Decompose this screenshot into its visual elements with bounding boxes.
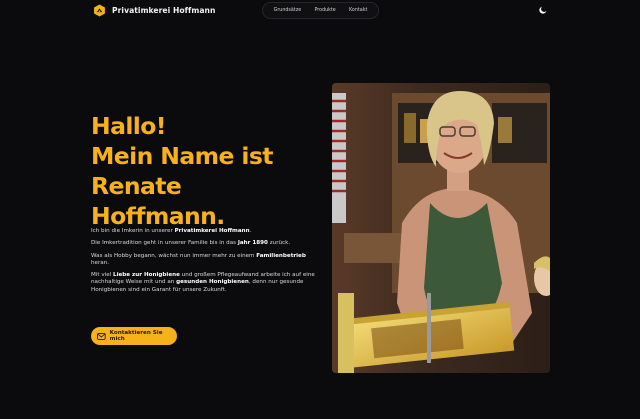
nav-item-kontakt[interactable]: Kontakt: [349, 8, 367, 13]
text-span: Was als Hobby begann, wächst nun immer m…: [91, 252, 257, 259]
mail-icon: [97, 332, 106, 340]
text-span: .: [249, 228, 252, 234]
text-span: Ich bin die Imkerin in unserer: [91, 228, 175, 234]
text-span: Die Imkertradition geht in unserer Famil…: [91, 240, 238, 247]
hero-headline: Hallo! Mein Name ist Renate Hoffmann.: [91, 111, 321, 231]
bold-text: Jahr 1890: [237, 240, 268, 247]
headline-line: Renate: [91, 172, 182, 200]
intro-paragraph: Was als Hobby begann, wächst nun immer m…: [91, 253, 321, 268]
text-span: heran.: [91, 259, 110, 266]
bold-text: Familienbetrieb: [256, 252, 306, 259]
beekeeper-photo: [332, 83, 550, 373]
main-nav: Grundsätze Produkte Kontakt: [262, 2, 379, 19]
bold-text: gesunden Honigbienen: [176, 279, 249, 286]
nav-item-grundsaetze[interactable]: Grundsätze: [274, 8, 302, 13]
contact-button[interactable]: Kontaktieren Sie mich: [91, 327, 177, 345]
brand-logo[interactable]: Privatimkerei Hoffmann: [93, 4, 215, 17]
text-span: zurück.: [267, 240, 291, 247]
headline-line: Hoffmann.: [91, 202, 225, 230]
intro-paragraph: Mit viel Liebe zur Honigbiene und großem…: [91, 272, 321, 294]
intro-paragraph: Ich bin die Imkerin in unserer Privatimk…: [91, 228, 321, 235]
headline-line: Hallo!: [91, 112, 167, 140]
bold-text: Liebe zur Honigbiene: [113, 272, 180, 279]
text-span: Mit viel: [91, 272, 113, 279]
beekeeper-illustration: [332, 83, 550, 373]
moon-icon[interactable]: [538, 5, 548, 15]
brand-name: Privatimkerei Hoffmann: [112, 6, 216, 15]
intro-paragraph: Die Imkertradition geht in unserer Famil…: [91, 240, 321, 247]
contact-button-label: Kontaktieren Sie mich: [109, 330, 163, 342]
nav-item-produkte[interactable]: Produkte: [314, 8, 335, 13]
bee-hexagon-icon: [94, 4, 105, 17]
bold-text: Privatimkerei Hoffmann: [174, 228, 250, 234]
hero-intro: Ich bin die Imkerin in unserer Privatimk…: [91, 228, 321, 299]
headline-line: Mein Name ist: [91, 142, 274, 170]
